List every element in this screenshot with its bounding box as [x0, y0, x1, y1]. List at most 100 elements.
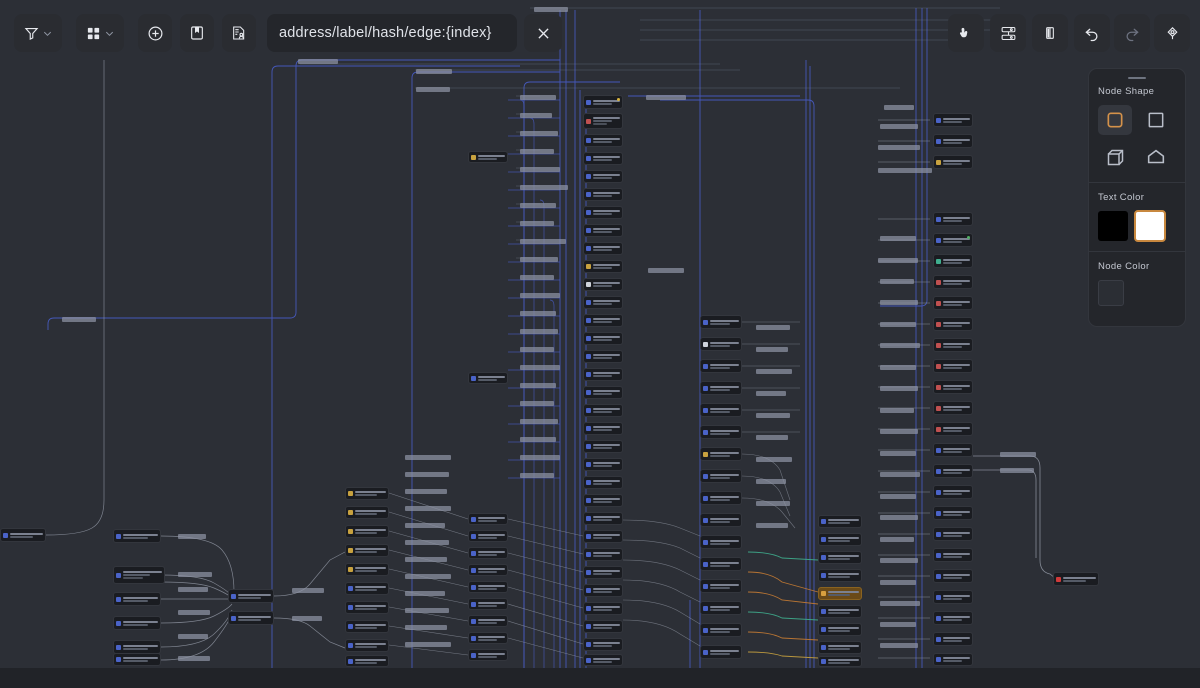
graph-node[interactable]	[345, 544, 389, 557]
graph-node[interactable]	[700, 601, 742, 615]
graph-node[interactable]	[583, 530, 623, 543]
graph-node[interactable]	[933, 359, 973, 373]
graph-node[interactable]	[583, 314, 623, 327]
graph-node[interactable]	[818, 641, 862, 654]
graph-node[interactable]	[933, 506, 973, 520]
graph-node[interactable]	[113, 566, 165, 584]
graph-node[interactable]	[583, 206, 623, 219]
graph-node[interactable]	[583, 654, 623, 666]
graph-node[interactable]	[933, 443, 973, 457]
graph-node[interactable]	[583, 113, 623, 129]
graph-node[interactable]	[818, 605, 862, 618]
graph-node[interactable]	[583, 566, 623, 579]
graph-node[interactable]	[468, 581, 508, 593]
report-person-button[interactable]	[222, 14, 256, 52]
graph-node[interactable]	[700, 447, 742, 461]
graph-node[interactable]	[818, 623, 862, 636]
graph-node[interactable]	[933, 113, 973, 127]
graph-node[interactable]	[700, 535, 742, 549]
graph-node[interactable]	[583, 260, 623, 273]
graph-node[interactable]	[933, 401, 973, 415]
graph-node[interactable]	[700, 513, 742, 527]
graph-node[interactable]	[345, 506, 389, 519]
graph-node[interactable]	[583, 350, 623, 363]
graph-node[interactable]	[583, 548, 623, 561]
clear-search-button[interactable]	[524, 14, 562, 52]
graph-node[interactable]	[700, 557, 742, 571]
graph-node[interactable]	[0, 528, 46, 542]
graph-node[interactable]	[468, 547, 508, 559]
graph-node[interactable]	[818, 515, 862, 528]
layers-button[interactable]	[990, 14, 1026, 52]
graph-node[interactable]	[933, 212, 973, 226]
split-view-button[interactable]	[1032, 14, 1068, 52]
node-color-default[interactable]	[1098, 280, 1124, 306]
graph-node[interactable]	[345, 601, 389, 614]
graph-node[interactable]	[933, 317, 973, 331]
shape-square[interactable]	[1139, 105, 1173, 135]
graph-node[interactable]	[345, 639, 389, 652]
graph-node[interactable]	[933, 380, 973, 394]
graph-node[interactable]	[700, 579, 742, 593]
text-color-black[interactable]	[1098, 211, 1128, 241]
graph-node[interactable]	[818, 587, 862, 600]
graph-node[interactable]	[468, 649, 508, 661]
graph-node[interactable]	[583, 368, 623, 381]
graph-node[interactable]	[933, 254, 973, 268]
graph-node[interactable]	[700, 491, 742, 505]
graph-node[interactable]	[933, 275, 973, 289]
graph-node[interactable]	[933, 632, 973, 646]
graph-node[interactable]	[583, 278, 623, 291]
graph-node[interactable]	[583, 242, 623, 255]
graph-node[interactable]	[468, 530, 508, 542]
shape-rounded-square[interactable]	[1098, 105, 1132, 135]
graph-node[interactable]	[345, 563, 389, 576]
graph-node[interactable]	[583, 602, 623, 615]
graph-node[interactable]	[583, 134, 623, 147]
graph-node[interactable]	[700, 623, 742, 637]
filter-button[interactable]	[14, 14, 62, 52]
undo-button[interactable]	[1074, 14, 1110, 52]
graph-node[interactable]	[345, 655, 389, 667]
graph-node[interactable]	[933, 611, 973, 625]
graph-node[interactable]	[700, 359, 742, 373]
graph-node[interactable]	[933, 569, 973, 583]
graph-node[interactable]	[345, 525, 389, 538]
graph-node[interactable]	[345, 582, 389, 595]
panel-drag-handle[interactable]	[1128, 77, 1146, 79]
graph-node[interactable]	[583, 458, 623, 471]
graph-node[interactable]	[583, 476, 623, 489]
graph-node[interactable]	[583, 296, 623, 309]
graph-node[interactable]	[113, 653, 161, 666]
graph-node[interactable]	[468, 564, 508, 576]
search-input[interactable]: address/label/hash/edge:{index}	[267, 14, 517, 52]
graph-node[interactable]	[933, 296, 973, 310]
graph-node[interactable]	[583, 224, 623, 237]
graph-node[interactable]	[583, 494, 623, 507]
graph-node[interactable]	[933, 590, 973, 604]
graph-node[interactable]	[933, 548, 973, 562]
graph-node[interactable]	[113, 616, 161, 630]
graph-node[interactable]	[700, 315, 742, 329]
graph-canvas[interactable]	[0, 0, 1200, 668]
graph-node[interactable]	[583, 404, 623, 417]
graph-node[interactable]	[933, 338, 973, 352]
graph-node[interactable]	[345, 487, 389, 500]
graph-node[interactable]	[818, 551, 862, 564]
recenter-button[interactable]	[1154, 14, 1190, 52]
graph-node[interactable]	[700, 337, 742, 351]
redo-button[interactable]	[1114, 14, 1150, 52]
graph-node[interactable]	[468, 513, 508, 525]
graph-node[interactable]	[468, 598, 508, 610]
graph-node[interactable]	[345, 620, 389, 633]
add-node-button[interactable]	[138, 14, 172, 52]
graph-node[interactable]	[113, 640, 161, 654]
graph-node[interactable]	[933, 134, 973, 148]
graph-node[interactable]	[583, 584, 623, 597]
graph-node[interactable]	[1053, 572, 1099, 586]
graph-node[interactable]	[700, 645, 742, 659]
text-color-white[interactable]	[1134, 210, 1166, 242]
graph-node[interactable]	[700, 381, 742, 395]
graph-node[interactable]	[468, 632, 508, 644]
graph-node[interactable]	[468, 615, 508, 627]
